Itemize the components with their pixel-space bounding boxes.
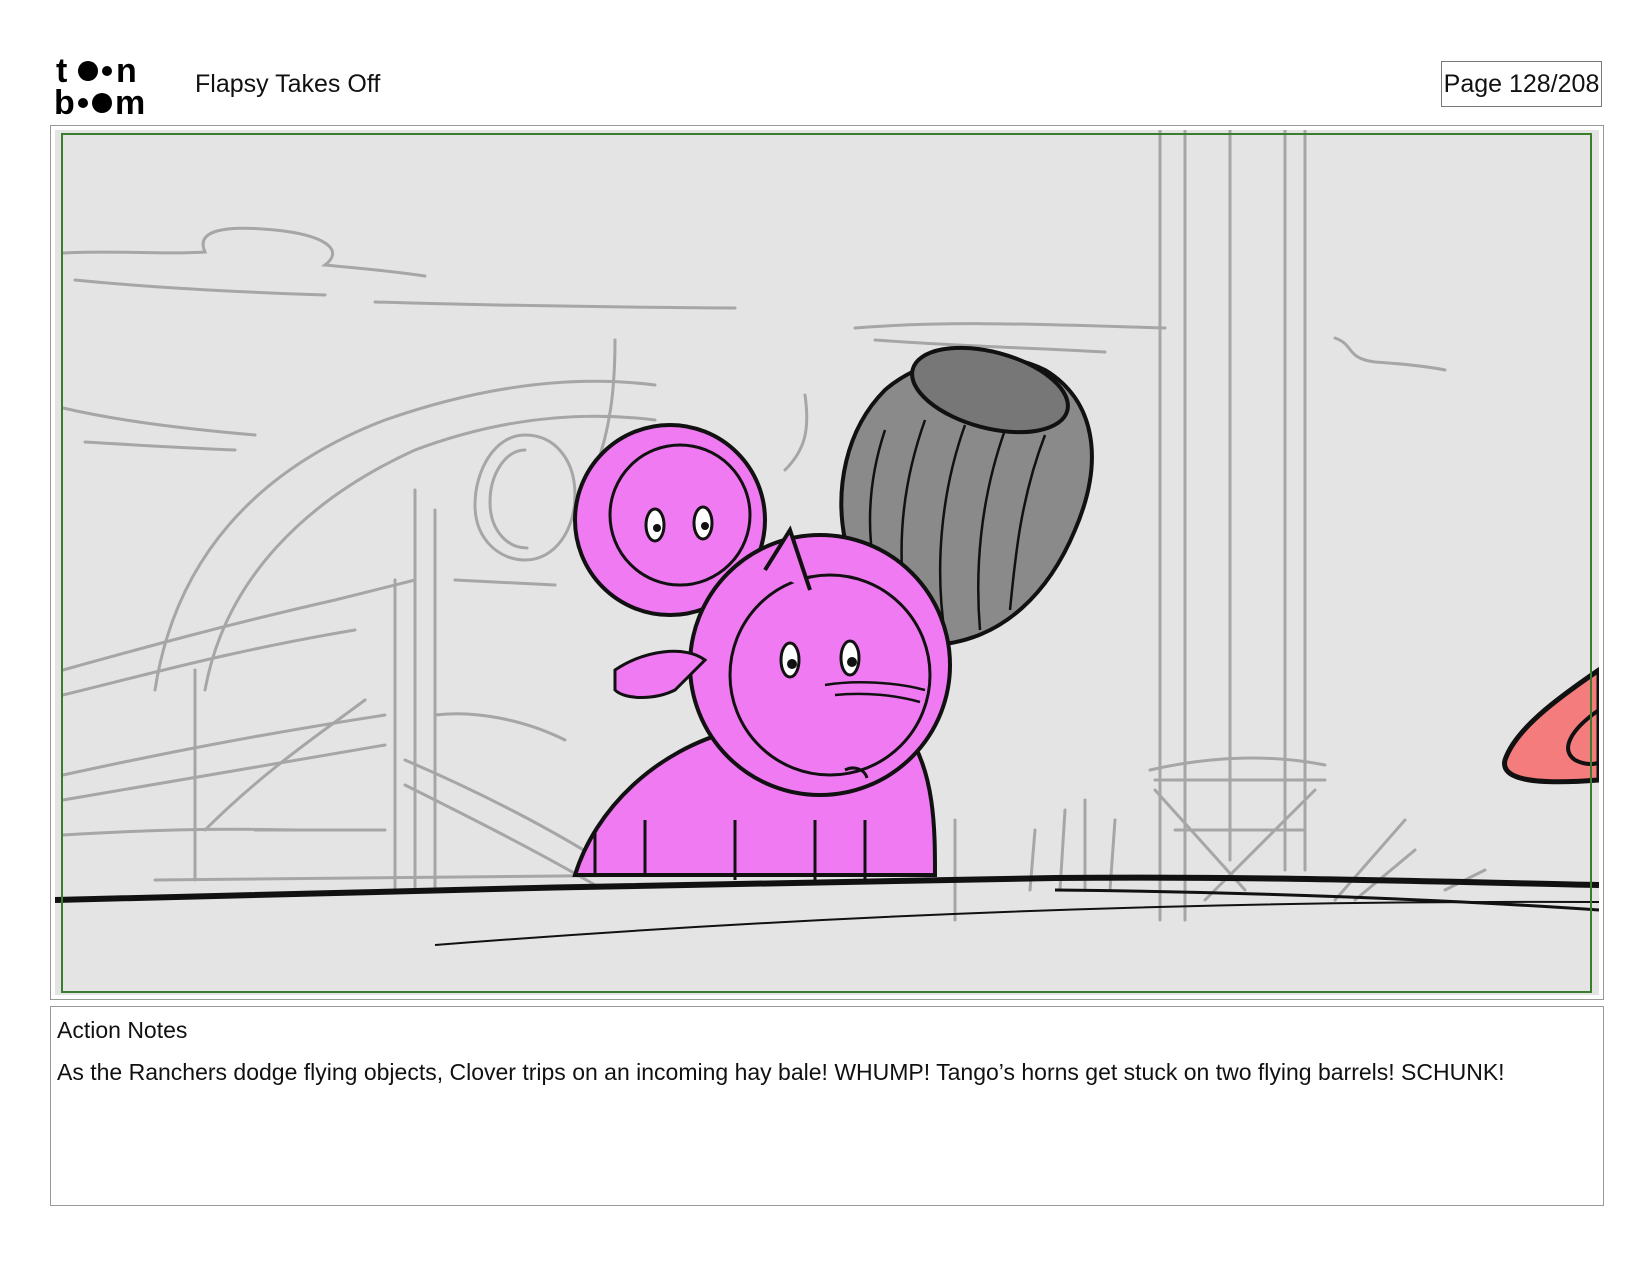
notes-text: As the Ranchers dodge flying objects, Cl… <box>57 1059 1505 1085</box>
toon-boom-logo: t n b m <box>54 52 172 118</box>
red-cone <box>1502 666 1599 785</box>
notes-heading: Action Notes <box>57 1017 188 1043</box>
toon-boom-logo-mark: t n b m <box>54 52 145 118</box>
project-title: Flapsy Takes Off <box>195 70 381 98</box>
action-notes: Action Notes As the Ranchers dodge flyin… <box>50 1006 1604 1206</box>
panel-artwork <box>55 130 1599 995</box>
page-number: Page 128/208 <box>1441 61 1602 107</box>
storyboard-sketch <box>55 130 1599 946</box>
svg-text:b: b <box>54 84 75 118</box>
svg-text:m: m <box>115 84 145 118</box>
storyboard-panel <box>50 125 1604 1000</box>
